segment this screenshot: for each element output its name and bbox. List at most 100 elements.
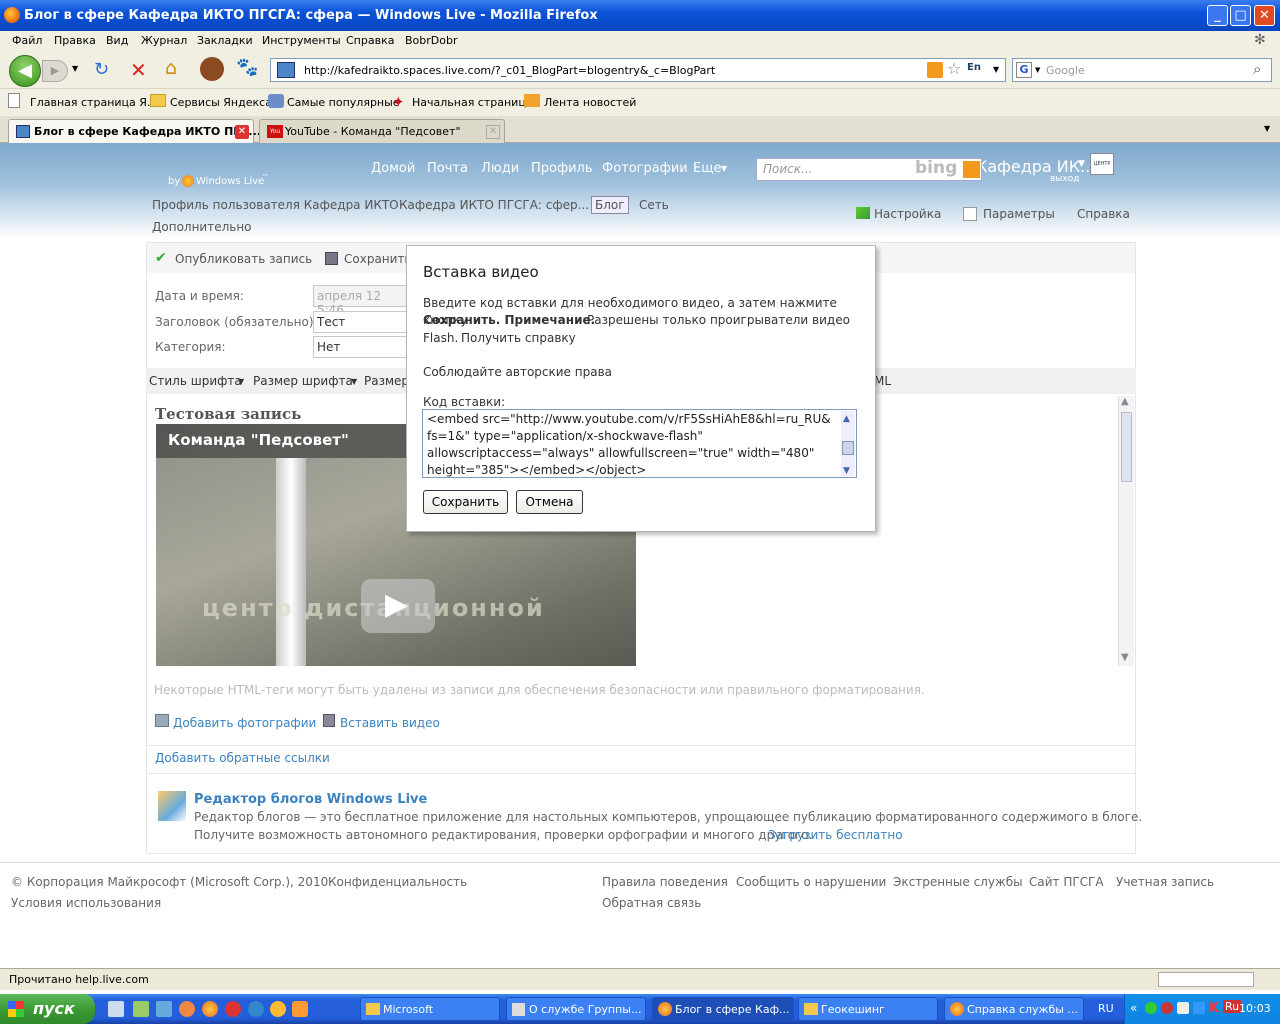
scroll-thumb[interactable] [1121, 412, 1132, 482]
tray-expand-icon[interactable]: « [1130, 1001, 1137, 1015]
quicklaunch-media-icon[interactable] [270, 1001, 286, 1017]
bookmark-most-visited[interactable]: Самые популярные [287, 96, 400, 109]
privacy-link[interactable]: Конфиденциальность [328, 875, 467, 889]
date-field[interactable]: апреля 12 5:46 [313, 285, 413, 317]
dialog-save-button[interactable]: Сохранить [423, 490, 508, 514]
google-engine-icon[interactable]: G [1016, 62, 1032, 78]
search-go-icon[interactable] [963, 161, 980, 178]
tab-close-icon[interactable]: ✕ [486, 125, 500, 139]
nav-profile[interactable]: Профиль [531, 161, 593, 176]
search-icon[interactable]: ⌕ [1253, 60, 1261, 78]
forward-button[interactable]: ▶ [42, 60, 68, 82]
tray-app-icon[interactable] [1177, 1002, 1189, 1014]
scroll-thumb[interactable] [842, 441, 854, 455]
scroll-up-icon[interactable]: ▲ [1121, 396, 1129, 407]
menu-bobrdobr[interactable]: BobrDobr [405, 34, 458, 47]
footer-emergency-link[interactable]: Экстренные службы [893, 875, 1023, 889]
insert-video-link[interactable]: Вставить видео [340, 716, 440, 730]
taskbar-btn-blog[interactable]: Блог в сфере Каф... [652, 997, 794, 1021]
footer-account-link[interactable]: Учетная запись [1116, 875, 1214, 889]
menu-view[interactable]: Вид [106, 34, 128, 47]
quicklaunch-ie-icon[interactable] [248, 1001, 264, 1017]
taskbar-btn-microsoft[interactable]: Microsoft [360, 997, 500, 1021]
language-indicator[interactable]: RU [1098, 1002, 1114, 1015]
font-size-dropdown[interactable]: Размер шрифта [253, 374, 353, 388]
nav-photos[interactable]: Фотографии [602, 161, 688, 176]
subnav-space[interactable]: Кафедра ИКТО ПГСГА: сфер... [399, 198, 589, 212]
quicklaunch-app-icon[interactable] [133, 1001, 149, 1017]
footer-report-link[interactable]: Сообщить о нарушении [736, 875, 886, 889]
taskbar-btn-help[interactable]: Справка службы ... [944, 997, 1084, 1021]
menu-help[interactable]: Справка [346, 34, 394, 47]
quicklaunch-opera-icon[interactable] [225, 1001, 241, 1017]
trackbacks-link[interactable]: Добавить обратные ссылки [155, 751, 330, 765]
bookmark-news-feed[interactable]: Лента новостей [544, 96, 636, 109]
language-indicator[interactable]: En [967, 62, 981, 73]
footer-site-link[interactable]: Сайт ПГСГА [1029, 875, 1104, 889]
menu-file[interactable]: Файл [12, 34, 42, 47]
start-button[interactable]: пуск [0, 994, 95, 1024]
avatar[interactable]: ЦЕНТР [1090, 153, 1114, 175]
tab-blog[interactable]: Блог в сфере Кафедра ИКТО ПГС... ✕ [8, 119, 261, 144]
writer-download-link[interactable]: Загрузить бесплатно [768, 828, 903, 842]
scroll-down-icon[interactable]: ▼ [1121, 652, 1129, 663]
subnav-more[interactable]: Дополнительно [152, 220, 252, 234]
quicklaunch-desktop-icon[interactable] [108, 1001, 124, 1017]
menu-edit[interactable]: Правка [54, 34, 96, 47]
menu-tools[interactable]: Инструменты [262, 34, 341, 47]
taskbar-btn-geocaching[interactable]: Геокешинг [798, 997, 938, 1021]
nav-mail[interactable]: Почта [427, 161, 468, 176]
font-style-dropdown[interactable]: Стиль шрифта [149, 374, 242, 388]
scroll-up-icon[interactable]: ▲ [843, 411, 850, 428]
subnav-network[interactable]: Сеть [639, 198, 669, 212]
quicklaunch-firefox-icon[interactable] [202, 1001, 218, 1017]
rss-icon[interactable] [927, 62, 943, 78]
embed-code-textarea[interactable]: <embed src="http://www.youtube.com/v/rF5… [422, 409, 857, 478]
category-select[interactable]: Нет [313, 336, 413, 358]
maximize-button[interactable]: □ [1230, 5, 1251, 26]
stop-icon[interactable]: ✕ [130, 58, 147, 82]
quicklaunch-app-icon[interactable] [292, 1001, 308, 1017]
address-bar[interactable]: http://kafedraikto.spaces.live.com/?_c01… [270, 58, 1006, 82]
settings-link[interactable]: Настройка [874, 207, 941, 221]
nav-people[interactable]: Люди [481, 161, 519, 176]
tray-app-icon[interactable] [1145, 1002, 1157, 1014]
tab-list-icon[interactable]: ▼ [1264, 124, 1270, 133]
size-dropdown[interactable]: Размер [364, 374, 409, 388]
quicklaunch-app-icon[interactable] [179, 1001, 195, 1017]
minimize-button[interactable]: _ [1207, 5, 1228, 26]
scroll-down-icon[interactable]: ▼ [843, 463, 850, 480]
textarea-scrollbar[interactable]: ▲ ▼ [841, 411, 855, 476]
help-link[interactable]: Справка [1077, 207, 1130, 221]
writer-title[interactable]: Редактор блогов Windows Live [194, 792, 427, 807]
terms-link[interactable]: Условия использования [11, 896, 161, 910]
feedback-link[interactable]: Обратная связь [602, 896, 701, 910]
signout-link[interactable]: выход [1050, 174, 1079, 184]
bookmark-star-icon[interactable]: ☆ [947, 59, 961, 78]
history-dropdown-icon[interactable]: ▼ [72, 64, 78, 73]
dialog-cancel-button[interactable]: Отмена [516, 490, 583, 514]
bookmark-yandex-services[interactable]: Сервисы Яндекса [170, 96, 272, 109]
tray-app-icon[interactable] [1193, 1002, 1205, 1014]
quicklaunch-app-icon[interactable] [156, 1001, 172, 1017]
publish-button[interactable]: Опубликовать запись [175, 252, 312, 266]
engine-dropdown-icon[interactable]: ▼ [1035, 66, 1040, 74]
menu-history[interactable]: Журнал [141, 34, 187, 47]
get-help-link[interactable]: Получить справку [461, 330, 576, 347]
paw-icon[interactable]: 🐾 [236, 57, 258, 78]
add-photos-link[interactable]: Добавить фотографии [173, 716, 316, 730]
tray-app-icon[interactable] [1161, 1002, 1173, 1014]
tray-k-icon[interactable]: K [1209, 1001, 1219, 1016]
tab-youtube[interactable]: You YouTube - Команда "Педсовет" ✕ [259, 119, 505, 143]
close-button[interactable]: ✕ [1254, 5, 1275, 26]
nav-more[interactable]: Еще [693, 161, 721, 176]
save-draft-button[interactable]: Сохранить [344, 252, 412, 266]
search-box[interactable]: G ▼ Google ⌕ [1012, 58, 1272, 82]
home-icon[interactable]: ⌂ [165, 57, 177, 79]
editor-scrollbar[interactable]: ▲ ▼ [1118, 396, 1134, 666]
html-mode-link[interactable]: ML [874, 374, 891, 388]
bookmark-yandex-home[interactable]: Главная страница Я... [30, 96, 157, 109]
options-link[interactable]: Параметры [983, 207, 1055, 221]
subnav-blog[interactable]: Блог [591, 196, 629, 214]
menu-bookmarks[interactable]: Закладки [197, 34, 253, 47]
